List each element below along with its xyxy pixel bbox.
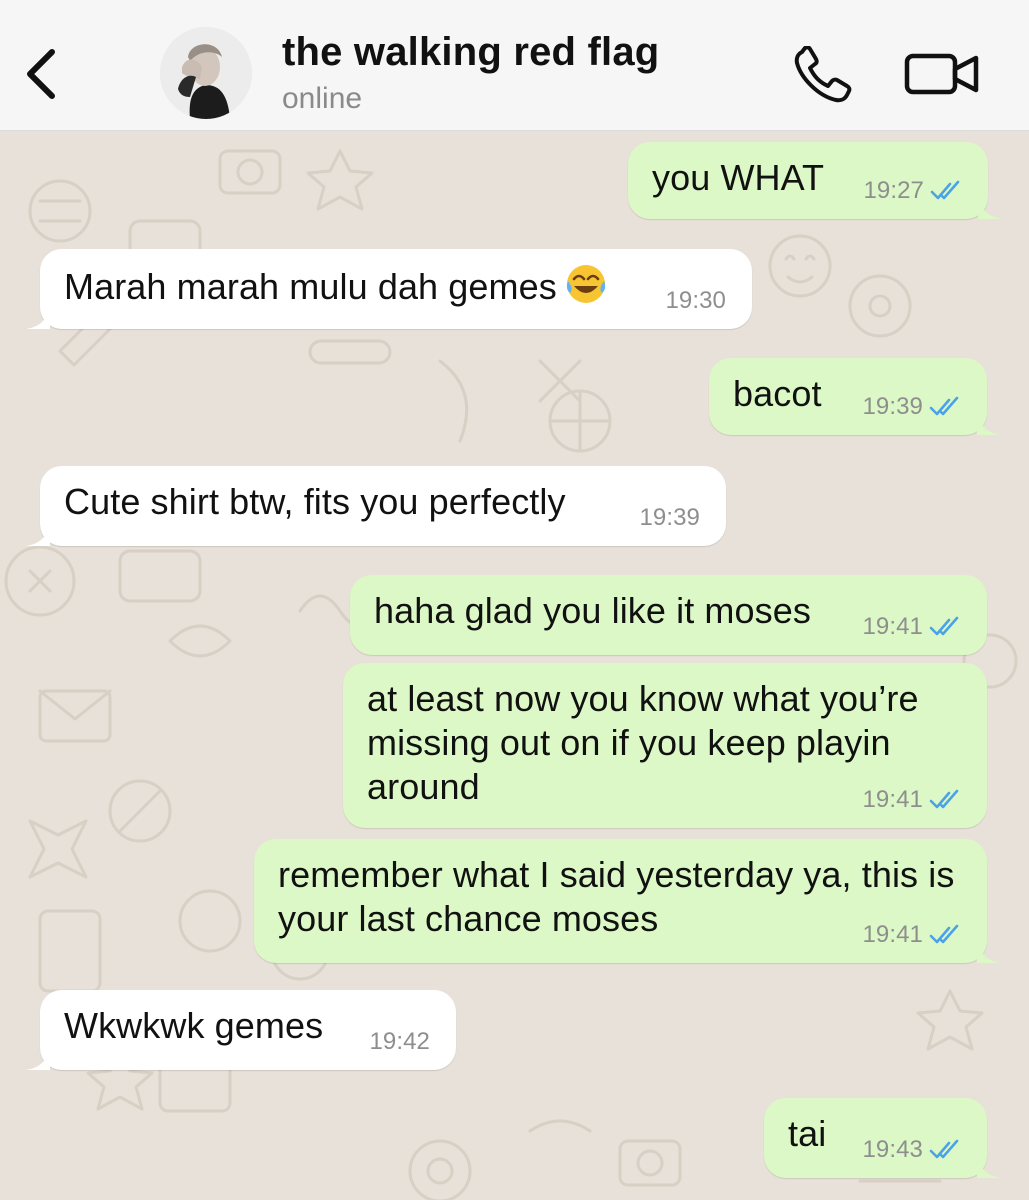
outgoing-message[interactable]: you WHAT 19:27 [628,142,1002,219]
tears-of-joy-emoji-icon [566,265,605,303]
message-text: you WHAT [652,157,825,198]
message-text: at least now you know what you’re missin… [367,678,919,807]
message-meta: 19:39 [639,504,700,532]
message-meta: 19:41 [862,613,965,641]
back-chevron-icon[interactable] [22,44,62,104]
bubble-tail [978,195,1002,219]
message-text: remember what I said yesterday ya, this … [278,854,955,939]
message-meta: 19:42 [369,1028,430,1056]
message-time: 19:41 [862,613,923,640]
message-meta: 19:43 [862,1136,965,1164]
bubble-tail [26,522,50,546]
outgoing-message[interactable]: remember what I said yesterday ya, this … [254,839,1001,963]
message-text: tai [788,1113,827,1154]
chat-area[interactable]: you WHAT 19:27 Marah marah mulu dah geme… [0,131,1029,1200]
contact-status: online [282,82,363,115]
contact-name[interactable]: the walking red flag [282,30,659,75]
chat-header: the walking red flag online [0,0,1029,131]
message-time: 19:42 [369,1028,430,1055]
message-text: Marah marah mulu dah gemes [64,266,557,307]
incoming-message[interactable]: Cute shirt btw, fits you perfectly 19:39 [26,466,726,546]
phone-icon[interactable] [792,46,854,104]
outgoing-message[interactable]: bacot 19:39 [709,358,1001,435]
message-time: 19:27 [863,177,924,204]
message-meta: 19:39 [862,393,965,421]
outgoing-message[interactable]: haha glad you like it moses 19:41 [350,575,987,655]
message-time: 19:41 [862,786,923,813]
message-time: 19:39 [639,504,700,531]
message-time: 19:43 [862,1136,923,1163]
outgoing-message[interactable]: at least now you know what you’re missin… [343,663,987,828]
message-meta: 19:41 [862,921,965,949]
bubble-tail [977,1154,1001,1178]
bubble-tail [26,1046,50,1070]
message-time: 19:39 [862,393,923,420]
message-text: Cute shirt btw, fits you perfectly [64,481,566,522]
video-camera-icon[interactable] [904,50,980,98]
read-double-check-icon [929,396,959,416]
message-text: haha glad you like it moses [374,590,811,631]
message-text: bacot [733,373,822,414]
message-meta: 19:30 [665,287,726,315]
message-time: 19:41 [862,921,923,948]
incoming-message[interactable]: Wkwkwk gemes 19:42 [26,990,456,1070]
outgoing-message[interactable]: tai 19:43 [764,1098,1001,1178]
read-double-check-icon [929,616,959,636]
message-time: 19:30 [665,287,726,314]
bubble-tail [977,939,1001,963]
message-meta: 19:41 [862,786,965,814]
bubble-tail [26,305,50,329]
message-text: Wkwkwk gemes [64,1005,324,1046]
bubble-tail [977,411,1001,435]
message-meta: 19:27 [863,177,966,205]
read-double-check-icon [929,789,959,809]
incoming-message[interactable]: Marah marah mulu dah gemes 19:30 [26,249,752,329]
read-double-check-icon [929,1139,959,1159]
read-double-check-icon [930,180,960,200]
contact-avatar[interactable] [160,27,252,119]
read-double-check-icon [929,924,959,944]
